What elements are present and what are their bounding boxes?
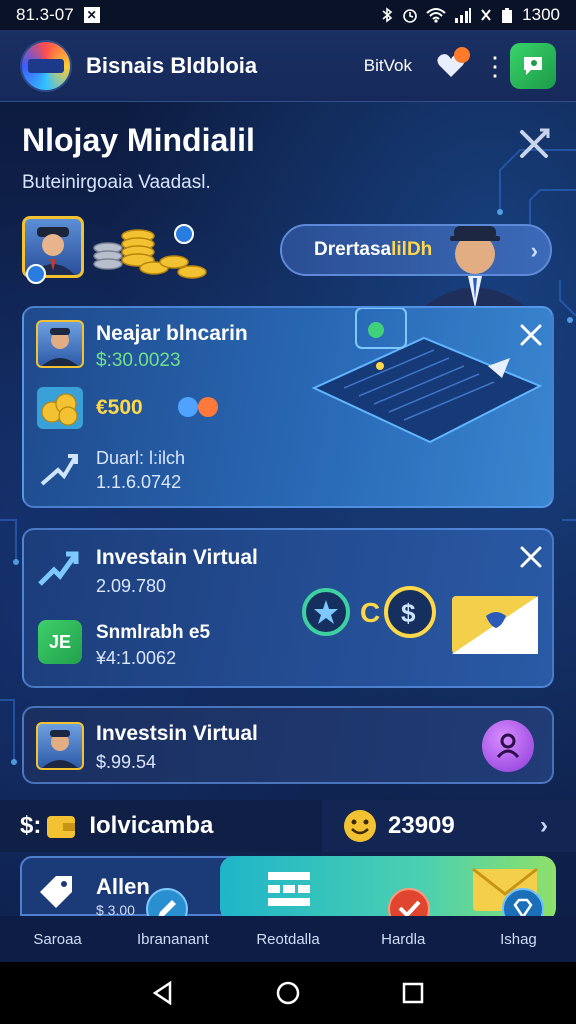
toggle-coins-icon[interactable] [176,394,222,420]
tab-label: Saroaa [33,930,82,948]
balance-row[interactable]: $: Iolvicamba [0,800,322,852]
close-icon[interactable] [514,124,554,164]
data-icon [481,9,491,21]
svg-text:$: $ [401,598,416,628]
market-amount: $:30.0023 [96,350,181,371]
verified-badge-icon [26,264,46,284]
advisor-illustration [420,226,530,310]
chart-arrow-icon [38,551,79,586]
svg-text:C: C [360,597,380,628]
points-row[interactable]: 23909 › [322,800,576,852]
chat-button[interactable] [510,42,556,89]
invest-title: Investain Virtual [96,546,258,569]
virtual-avatar [36,722,84,770]
profile-badge-button[interactable] [482,720,534,772]
market-title: Neajar blncarin [96,322,248,345]
status-bar: 81.3-07 ✕ 1300 [0,0,576,30]
balance-label: Iolvicamba [89,812,214,839]
recents-icon[interactable] [400,980,426,1006]
virtual-card[interactable]: Investsin Virtual $.99.54 [22,706,554,784]
more-menu-button[interactable]: ⋮ [482,53,508,79]
tab-tasks[interactable]: Hardla [346,916,461,962]
promo-label: Allen [96,874,150,899]
tab-dashboard[interactable]: Reotdalla [230,916,345,962]
app-logo[interactable] [20,39,72,92]
balance-prefix: $: [20,812,42,839]
coin-value: €500 [96,396,143,419]
coins-icon [93,224,207,279]
virtual-title: Investsin Virtual [96,722,258,745]
app-title: Bisnais Bldbloia [86,52,258,78]
bottom-tab-bar: Saroaa Ibrananant Reotdalla Hardla Ishag [0,916,576,962]
tab-edit[interactable]: Ibrananant [115,916,230,962]
close-icon[interactable] [518,322,544,348]
market-label: Duarl: l:ilch [96,448,186,468]
market-avatar [36,320,84,368]
close-icon[interactable] [518,544,544,570]
market-value: 1.1.6.0742 [96,472,182,492]
trend-arrow-icon [40,454,78,486]
notification-badge [454,46,470,63]
tab-label: Ishag [500,930,537,948]
points-value: 23909 [388,812,455,839]
invest-sub-value: ¥4:1.0062 [96,648,177,668]
smiley-coin-icon [344,810,376,842]
system-nav-bar [0,962,576,1024]
coin-stack-icon [37,387,83,429]
battery-icon [502,8,513,23]
tab-label: Hardla [381,930,426,948]
tab-home[interactable]: Saroaa [0,916,115,962]
grid-icon [268,872,310,906]
tag-icon [40,876,72,908]
chat-icon [524,56,542,75]
invest-value: 2.09.780 [96,576,167,596]
tab-label: Reotdalla [256,930,320,948]
virtual-value: $.99.54 [96,752,157,772]
envelope-icon [452,596,538,654]
notification-icon: ✕ [83,7,100,23]
favorites-button[interactable] [434,46,470,81]
alarm-icon [403,9,417,23]
page-title: Nlojay Mindialil [22,122,255,158]
invest-sub-title: Snmlrabh e5 [96,622,211,643]
status-clock: 1300 [522,5,560,24]
status-time: 81.3-07 [16,5,74,24]
page-subtitle: Buteinirgoaia Vaadasl. [22,172,211,193]
tab-label: Ibrananant [136,930,209,948]
wifi-icon [426,8,446,23]
user-icon [496,733,520,759]
appbar-link[interactable]: BitVok [364,56,412,76]
promo-pill-label: Drertasa [314,239,392,260]
home-icon[interactable] [275,980,301,1006]
invest-card[interactable]: Investain Virtual 2.09.780 JE Snmlrabh e… [22,528,554,688]
wallet-icon [47,816,76,838]
currency-icons: C $ [302,586,436,638]
app-badge-icon: JE [38,620,82,664]
tab-rewards[interactable]: Ishag [461,916,576,962]
signal-icon [455,8,472,23]
chevron-right-icon: › [540,812,548,839]
bluetooth-icon [382,7,393,23]
market-card[interactable]: Neajar blncarin $:30.0023 €500 Duarl: l:… [22,306,554,508]
back-icon[interactable] [150,980,176,1006]
app-bar: Bisnais Bldbloia BitVok ⋮ [0,30,576,102]
laptop-illustration [311,308,543,444]
